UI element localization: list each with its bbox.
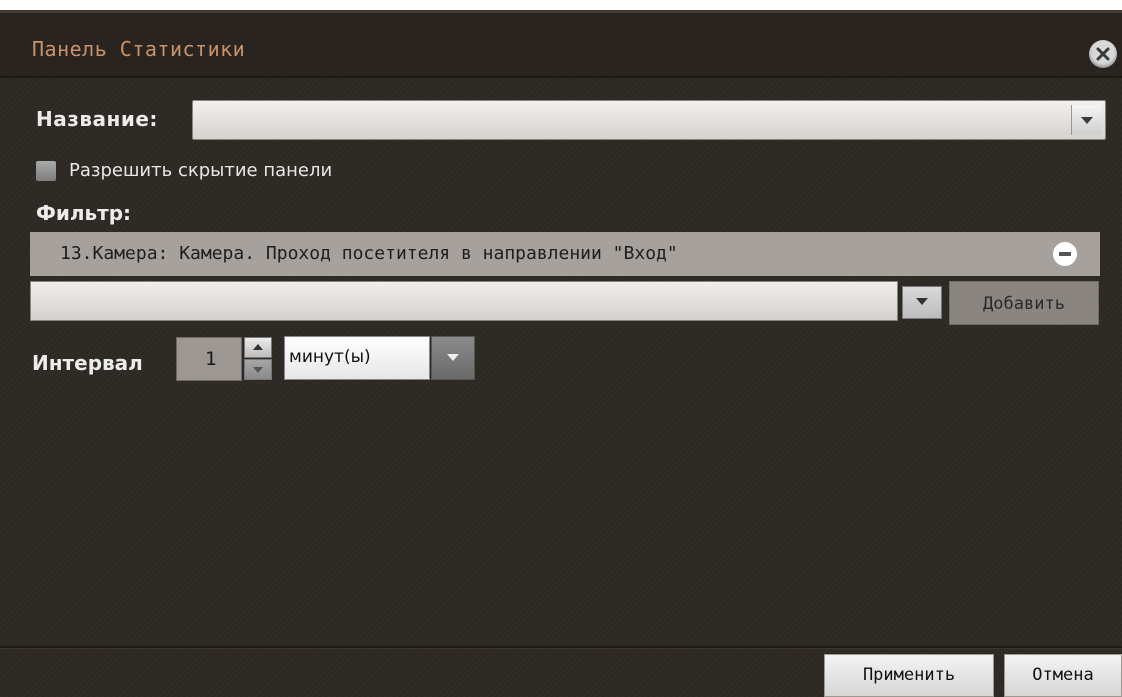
allow-hide-label[interactable]: Разрешить скрытие панели	[69, 160, 332, 181]
name-label: Название:	[36, 107, 158, 131]
chevron-down-icon[interactable]	[1071, 105, 1101, 135]
filter-item-text: 13.Камера: Камера. Проход посетителя в н…	[60, 243, 678, 264]
apply-button[interactable]: Применить	[824, 654, 994, 697]
dialog-title: Панель Статистики	[32, 37, 246, 61]
filter-dropdown-chevron-down-icon[interactable]	[902, 286, 942, 319]
filter-list-item[interactable]: 13.Камера: Камера. Проход посетителя в н…	[30, 232, 1100, 276]
name-combobox[interactable]	[192, 100, 1106, 140]
allow-hide-checkbox[interactable]	[36, 161, 56, 181]
interval-value-input[interactable]: 1	[176, 337, 242, 381]
minus-circle-icon[interactable]	[1053, 242, 1077, 266]
dialog-header: Панель Статистики	[0, 10, 1122, 78]
statistics-panel-dialog: Панель Статистики Название: Разрешить ск…	[0, 0, 1122, 697]
interval-label: Интервал	[32, 351, 143, 375]
close-button[interactable]	[1089, 40, 1117, 68]
increment-arrow-icon[interactable]	[244, 337, 272, 358]
filter-label: Фильтр:	[36, 201, 132, 225]
add-filter-button[interactable]: Добавить	[949, 281, 1099, 325]
footer-divider	[0, 646, 1122, 649]
interval-unit-select[interactable]: минут(ы)	[284, 336, 430, 380]
unit-chevron-down-icon[interactable]	[431, 336, 475, 380]
filter-input-combobox[interactable]	[30, 281, 898, 321]
close-icon	[1096, 47, 1110, 61]
cancel-button[interactable]: Отмена	[1004, 654, 1122, 697]
dialog-top-edge	[0, 0, 1122, 10]
decrement-arrow-icon[interactable]	[244, 359, 272, 380]
